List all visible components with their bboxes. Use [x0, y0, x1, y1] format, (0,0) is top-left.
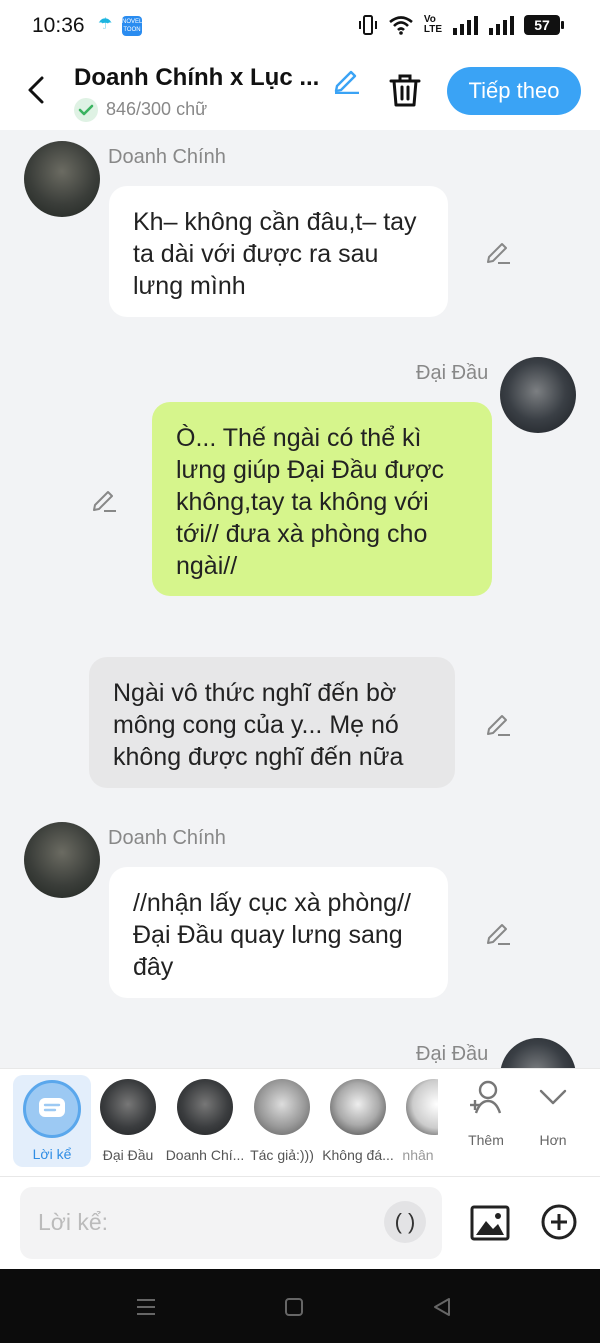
message-bubble[interactable]: Ò... Thế ngài có thể kì lưng giúp Đại Đầ…: [152, 402, 492, 596]
character-label: Không đá...: [322, 1147, 394, 1163]
message-text: Ò... Thế ngài có thể kì lưng giúp Đại Đầ…: [176, 424, 445, 580]
character-narrator[interactable]: Lời kể: [13, 1075, 91, 1167]
character-label: Doanh Chí...: [165, 1147, 245, 1163]
character-dai-dau[interactable]: Đại Đầu: [98, 1069, 158, 1169]
character-label: nhân: [402, 1147, 434, 1163]
input-placeholder: Lời kể:: [38, 1209, 109, 1235]
avatar: [177, 1079, 233, 1135]
avatar: [100, 1079, 156, 1135]
home-icon[interactable]: [282, 1295, 306, 1319]
next-button[interactable]: Tiếp theo: [447, 67, 581, 115]
add-character-button[interactable]: Thêm: [456, 1079, 516, 1148]
message-text: //nhận lấy cục xà phòng// Đại Đầu quay l…: [133, 889, 411, 981]
sender-name: Doanh Chính: [108, 146, 226, 168]
avatar: [330, 1079, 386, 1135]
edit-pencil-icon[interactable]: [90, 485, 118, 513]
character-label: Lời kể: [32, 1146, 72, 1162]
story-title[interactable]: Doanh Chính x Lục ...: [74, 64, 319, 92]
sender-name: Đại Đầu: [416, 1043, 489, 1065]
add-character-label: Thêm: [468, 1132, 504, 1148]
status-time: 10:36: [32, 14, 85, 37]
character-label: Tác giả:))): [250, 1147, 314, 1163]
battery-icon: 57: [524, 15, 564, 35]
system-nav-bar: [0, 1269, 600, 1343]
avatar-doanh-chinh[interactable]: [24, 141, 100, 217]
status-app-icons: ☂ NOVEL TOON: [98, 16, 142, 36]
edit-pencil-icon[interactable]: [484, 709, 512, 737]
menu-icon[interactable]: [134, 1295, 158, 1319]
edit-pencil-icon[interactable]: [484, 237, 512, 265]
chevron-down-icon: [539, 1089, 567, 1105]
more-label: Hơn: [539, 1132, 567, 1148]
back-icon[interactable]: [22, 72, 52, 108]
sender-name: Doanh Chính: [108, 827, 226, 849]
message-bubble[interactable]: Kh– không cần đâu,t– tay ta dài với được…: [109, 186, 448, 317]
character-label: Đại Đầu: [102, 1147, 154, 1163]
input-bar: Lời kể: ( ): [0, 1176, 600, 1269]
signal-icon-2: [489, 16, 514, 35]
avatar-doanh-chinh[interactable]: [24, 822, 100, 898]
noveltoon-app-icon: NOVEL TOON: [122, 16, 142, 36]
character-tac-gia[interactable]: Tác giả:))): [248, 1069, 316, 1169]
back-nav-icon[interactable]: [430, 1295, 454, 1319]
narration-text: Ngài vô thức nghĩ đến bờ mông cong của y…: [113, 679, 404, 771]
message-text: Kh– không cần đâu,t– tay ta dài với được…: [133, 208, 417, 300]
edit-pencil-icon[interactable]: [484, 918, 512, 946]
add-user-icon: [470, 1080, 502, 1114]
word-count: 846/300 chữ: [106, 99, 208, 119]
status-bar: 10:36 ☂ NOVEL TOON Vo LTE 57: [0, 0, 600, 52]
character-nhan[interactable]: nhân: [398, 1069, 438, 1169]
image-icon[interactable]: [470, 1203, 510, 1243]
avatar: [406, 1079, 438, 1135]
avatar-dai-dau[interactable]: [500, 357, 576, 433]
signal-icon-1: [453, 16, 478, 35]
vibrate-icon: [358, 15, 377, 35]
lte-indicator: Vo LTE: [423, 14, 442, 35]
parentheses-button[interactable]: ( ): [384, 1201, 426, 1243]
narration-input[interactable]: Lời kể: ( ): [20, 1187, 442, 1259]
check-icon: [74, 98, 98, 122]
status-right: Vo LTE 57: [358, 14, 564, 36]
avatar: [254, 1079, 310, 1135]
character-doanh-chinh[interactable]: Doanh Chí...: [165, 1069, 245, 1169]
character-bar: Lời kể Đại Đầu Doanh Chí... Tác giả:))) …: [0, 1068, 600, 1176]
sender-name: Đại Đầu: [416, 362, 489, 384]
character-khong-da[interactable]: Không đá...: [320, 1069, 396, 1169]
wifi-icon: [389, 16, 413, 35]
header: Doanh Chính x Lục ... 846/300 chữ Tiếp t…: [0, 52, 600, 130]
add-icon[interactable]: [540, 1203, 578, 1241]
message-bubble[interactable]: //nhận lấy cục xà phòng// Đại Đầu quay l…: [109, 867, 448, 998]
narrator-icon: [23, 1080, 81, 1138]
edit-title-pencil-icon[interactable]: [331, 64, 361, 94]
more-button[interactable]: Hơn: [523, 1079, 583, 1148]
narration-bubble[interactable]: Ngài vô thức nghĩ đến bờ mông cong của y…: [89, 657, 455, 788]
app-notification-icon: ☂: [98, 16, 113, 33]
trash-icon[interactable]: [388, 72, 422, 108]
